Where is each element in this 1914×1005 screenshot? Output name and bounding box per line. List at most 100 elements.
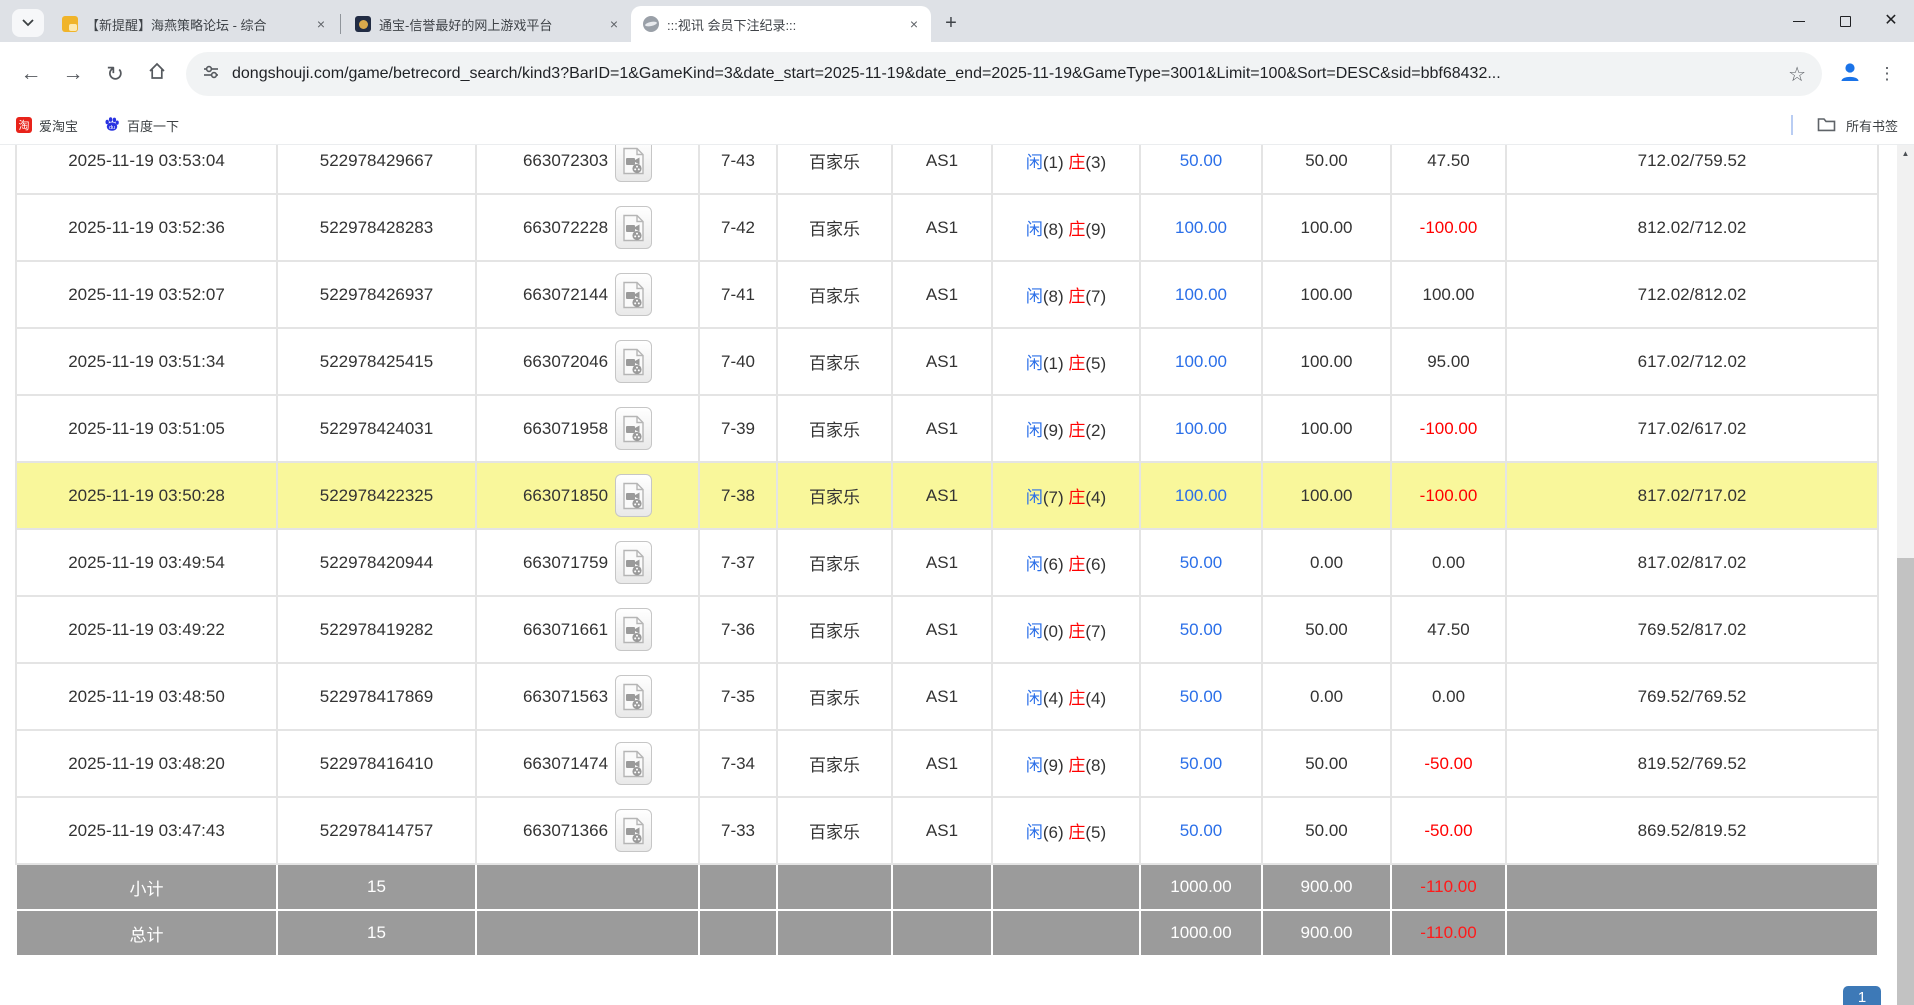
- player-label: 闲: [1026, 354, 1043, 373]
- video-replay-button[interactable]: [615, 407, 652, 450]
- maximize-button[interactable]: [1822, 0, 1868, 42]
- taobao-icon: 淘: [16, 117, 32, 133]
- bet-amount-cell[interactable]: 100.00: [1140, 261, 1262, 328]
- globe-gray-icon: [643, 16, 659, 32]
- banker-label: 庄: [1068, 287, 1085, 306]
- bet-amount-cell[interactable]: 50.00: [1140, 145, 1262, 194]
- player-points: (9): [1043, 421, 1069, 440]
- menu-button[interactable]: ⋮: [1870, 54, 1904, 94]
- bet-id-cell: 522978422325: [277, 462, 476, 529]
- bookmark-baidu[interactable]: du 百度一下: [104, 116, 179, 135]
- new-tab-button[interactable]: +: [937, 9, 965, 37]
- vertical-scrollbar[interactable]: ▲: [1897, 145, 1914, 1005]
- summary-row: 小计 15 1000.00 900.00 -110.00: [16, 864, 1878, 910]
- close-window-button[interactable]: ✕: [1868, 0, 1914, 42]
- film-document-icon: [622, 817, 645, 845]
- close-icon[interactable]: ×: [605, 15, 623, 33]
- close-icon[interactable]: ×: [312, 15, 330, 33]
- video-replay-button[interactable]: [615, 474, 652, 517]
- summary-count-cell: 15: [277, 864, 476, 910]
- bookmarks-divider: [1791, 115, 1793, 135]
- game-no-cell: 663071366: [476, 797, 699, 864]
- scrollbar-thumb[interactable]: [1897, 558, 1914, 1005]
- win-loss-cell: -100.00: [1391, 194, 1506, 261]
- bookmark-label: 百度一下: [127, 116, 179, 135]
- valid-bet-cell: 50.00: [1262, 596, 1391, 663]
- game-no: 663071958: [523, 419, 608, 439]
- game-no-cell: 663071661: [476, 596, 699, 663]
- bet-time-cell: 2025-11-19 03:50:28: [16, 462, 277, 529]
- video-replay-button[interactable]: [615, 273, 652, 316]
- person-icon: [1837, 59, 1863, 90]
- profile-avatar[interactable]: [1830, 54, 1870, 94]
- banker-label: 庄: [1068, 153, 1085, 172]
- game-no: 663071850: [523, 486, 608, 506]
- bet-amount-cell[interactable]: 100.00: [1140, 395, 1262, 462]
- tab-divider: [340, 14, 341, 34]
- station-cell: AS1: [892, 194, 992, 261]
- scroll-up-arrow-icon[interactable]: ▲: [1897, 145, 1914, 162]
- bet-amount-cell[interactable]: 50.00: [1140, 730, 1262, 797]
- chevron-down-icon: [22, 14, 34, 32]
- home-icon: [147, 61, 167, 87]
- bookmark-taobao[interactable]: 淘 爱淘宝: [16, 116, 78, 135]
- bet-amount-cell[interactable]: 100.00: [1140, 328, 1262, 395]
- bet-amount-cell[interactable]: 50.00: [1140, 797, 1262, 864]
- bet-id-cell: 522978428283: [277, 194, 476, 261]
- bet-amount-cell[interactable]: 50.00: [1140, 529, 1262, 596]
- win-loss-cell: 47.50: [1391, 596, 1506, 663]
- bet-record-row: 2025-11-19 03:48:20 522978416410 6630714…: [16, 730, 1878, 797]
- video-replay-button[interactable]: [615, 742, 652, 785]
- bet-time-cell: 2025-11-19 03:49:22: [16, 596, 277, 663]
- forward-button[interactable]: →: [52, 53, 94, 95]
- win-loss-cell: -50.00: [1391, 797, 1506, 864]
- bet-amount-cell[interactable]: 100.00: [1140, 194, 1262, 261]
- banker-points: (4): [1085, 488, 1106, 507]
- minimize-button[interactable]: [1776, 0, 1822, 42]
- home-button[interactable]: [136, 53, 178, 95]
- tab-bet-records-active[interactable]: :::视讯 会员下注纪录::: ×: [631, 6, 931, 42]
- balance-cell: 819.52/769.52: [1506, 730, 1878, 797]
- bet-amount-cell[interactable]: 50.00: [1140, 663, 1262, 730]
- close-icon[interactable]: ×: [905, 15, 923, 33]
- video-replay-button[interactable]: [615, 206, 652, 249]
- game-name-cell: 百家乐: [777, 145, 892, 194]
- back-button[interactable]: ←: [10, 53, 52, 95]
- url-bar[interactable]: dongshouji.com/game/betrecord_search/kin…: [186, 52, 1822, 96]
- balance-cell: 712.02/759.52: [1506, 145, 1878, 194]
- player-points: (7): [1043, 488, 1069, 507]
- video-replay-button[interactable]: [615, 145, 652, 182]
- pagination-page-button[interactable]: 1: [1843, 986, 1881, 1005]
- banker-label: 庄: [1068, 756, 1085, 775]
- banker-points: (9): [1085, 220, 1106, 239]
- bet-amount-cell[interactable]: 100.00: [1140, 462, 1262, 529]
- tab-list-chevron-button[interactable]: [12, 9, 44, 37]
- kebab-icon: ⋮: [1879, 64, 1896, 84]
- video-replay-button[interactable]: [615, 809, 652, 852]
- bookmark-star-icon[interactable]: ☆: [1788, 62, 1806, 87]
- tab-forum[interactable]: 【新提醒】海燕策略论坛 - 综合 ×: [50, 6, 338, 42]
- reload-button[interactable]: ↻: [94, 53, 136, 95]
- bet-amount-cell[interactable]: 50.00: [1140, 596, 1262, 663]
- all-bookmarks[interactable]: 所有书签: [1791, 115, 1898, 135]
- balance-cell: 812.02/712.02: [1506, 194, 1878, 261]
- tab-tongbao[interactable]: 通宝-信誉最好的网上游戏平台 ×: [343, 6, 631, 42]
- player-label: 闲: [1026, 421, 1043, 440]
- bet-time-cell: 2025-11-19 03:53:04: [16, 145, 277, 194]
- tune-icon[interactable]: [202, 63, 220, 86]
- video-replay-button[interactable]: [615, 675, 652, 718]
- bet-time-cell: 2025-11-19 03:48:50: [16, 663, 277, 730]
- game-no-cell: 663072303: [476, 145, 699, 194]
- game-name-cell: 百家乐: [777, 328, 892, 395]
- banker-label: 庄: [1068, 622, 1085, 641]
- video-replay-button[interactable]: [615, 608, 652, 651]
- game-name-cell: 百家乐: [777, 529, 892, 596]
- video-replay-button[interactable]: [615, 340, 652, 383]
- summary-bet-cell: 1000.00: [1140, 910, 1262, 956]
- video-replay-button[interactable]: [615, 541, 652, 584]
- game-no: 663071474: [523, 754, 608, 774]
- url-text[interactable]: dongshouji.com/game/betrecord_search/kin…: [232, 65, 1778, 83]
- banker-label: 庄: [1068, 555, 1085, 574]
- banker-points: (4): [1085, 689, 1106, 708]
- valid-bet-cell: 50.00: [1262, 145, 1391, 194]
